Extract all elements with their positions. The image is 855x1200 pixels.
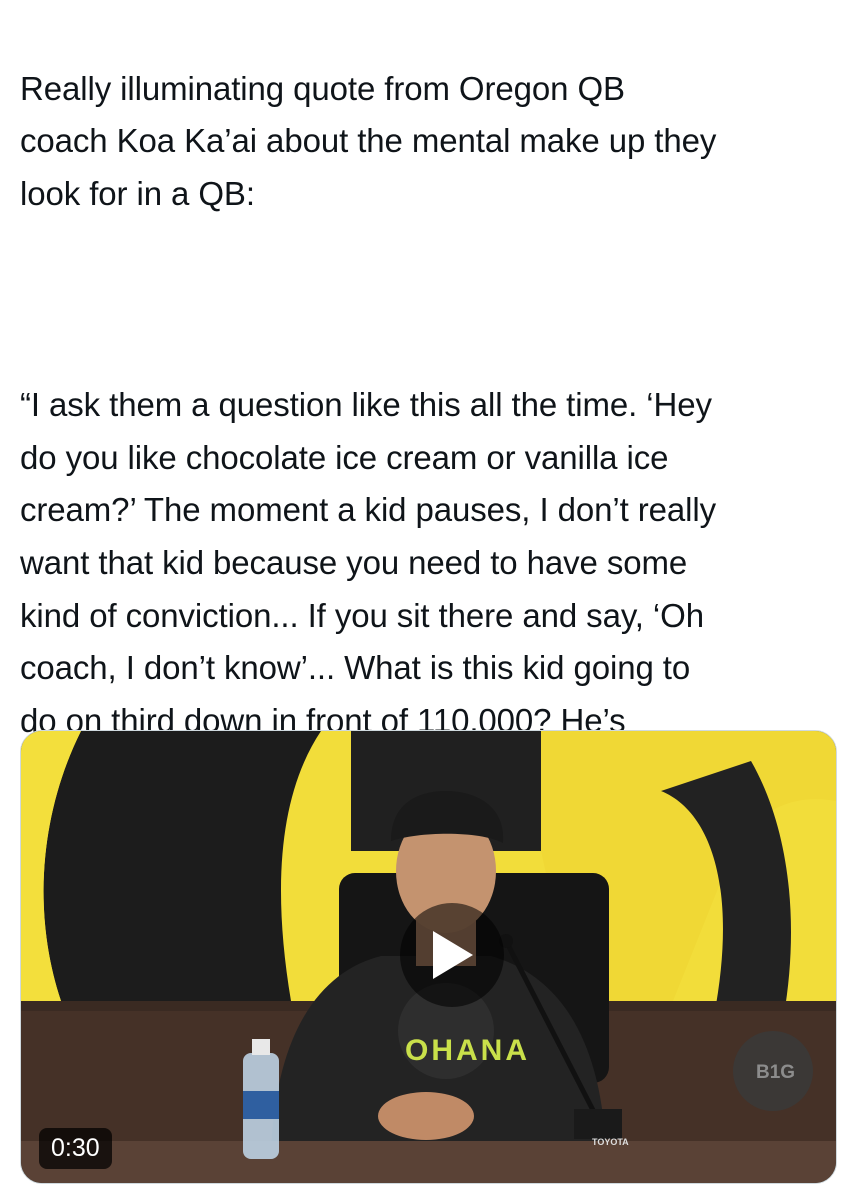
conference-logo-text: B1G [756,1062,796,1083]
play-button[interactable] [400,903,504,1007]
tweet-intro: Really illuminating quote from Oregon QB… [20,69,717,213]
video-player[interactable]: OHANA TOYOTA B1G 0:30 [20,730,837,1184]
play-icon [433,931,473,979]
sponsor-text: TOYOTA [592,1137,629,1147]
video-duration-badge: 0:30 [39,1128,112,1169]
shirt-text: OHANA [405,1034,530,1067]
